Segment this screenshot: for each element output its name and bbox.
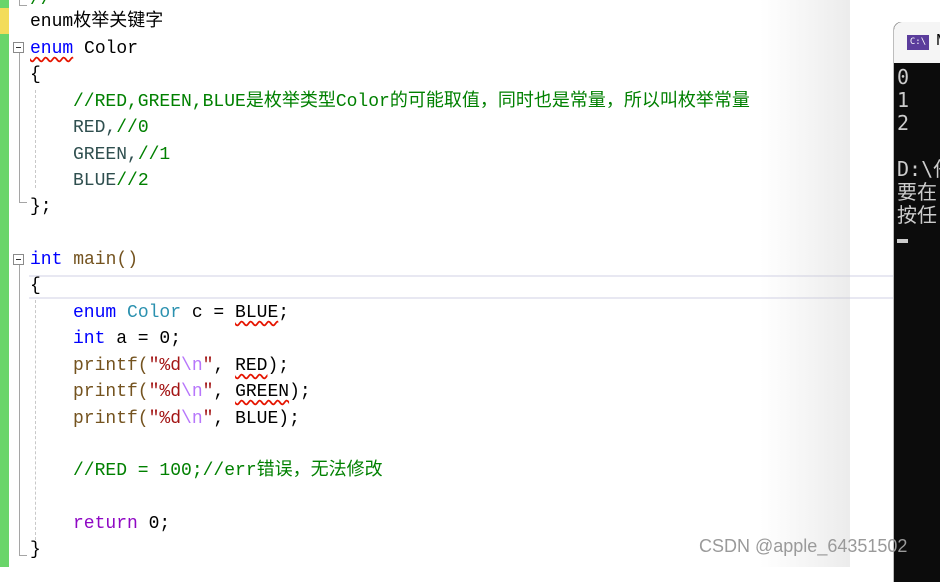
text: enum枚举关键字 xyxy=(30,12,164,32)
string: " xyxy=(202,356,214,376)
function-call: printf( xyxy=(73,409,149,429)
string: "%d xyxy=(148,356,182,376)
code-line: enum Color xyxy=(30,36,138,62)
code: ); xyxy=(278,409,300,429)
console-app-icon: C:\ xyxy=(907,35,929,50)
code: c = xyxy=(181,303,236,323)
keyword: enum xyxy=(30,39,74,59)
code: ); xyxy=(289,382,311,402)
keyword: int xyxy=(30,250,63,270)
brace: { xyxy=(30,65,41,85)
code: , xyxy=(213,356,236,376)
code-editor[interactable]: // enum枚举关键字 enum Color { //RED,GREEN,BL… xyxy=(0,0,895,567)
comment: //2 xyxy=(116,171,149,191)
code-line: { xyxy=(30,62,41,88)
code-line: int main() xyxy=(30,247,138,273)
comment: //RED,GREEN,BLUE是枚举类型Color的可能取值，同时也是常量，所… xyxy=(73,92,750,112)
code-line: BLUE//2 xyxy=(73,168,149,194)
string: "%d xyxy=(148,409,182,429)
code: ); xyxy=(267,356,290,376)
code: 0; xyxy=(137,514,171,534)
code-line: } xyxy=(30,537,41,563)
function-name: main() xyxy=(62,250,139,270)
keyword: return xyxy=(73,514,138,534)
string: "%d xyxy=(148,382,182,402)
comment: //RED = 100;//err错误，无法修改 xyxy=(73,461,383,481)
collapse-main-icon[interactable] xyxy=(13,254,24,265)
escape: \n xyxy=(181,356,203,376)
fold-end xyxy=(19,555,27,556)
keyword: enum xyxy=(73,303,117,323)
code-line: //RED,GREEN,BLUE是枚举类型Color的可能取值，同时也是常量，所… xyxy=(73,89,750,115)
function-call: printf( xyxy=(73,382,149,402)
console-title: M xyxy=(936,32,940,50)
brace: { xyxy=(30,276,41,296)
indent-guide xyxy=(35,90,36,188)
string: " xyxy=(202,382,214,402)
fold-line xyxy=(19,0,20,5)
enum-constant: BLUE xyxy=(73,171,117,191)
enum-constant: BLUE xyxy=(235,303,279,323)
code: a = 0; xyxy=(105,329,182,349)
string: " xyxy=(202,409,214,429)
type-name: Color xyxy=(116,303,182,323)
code-line: printf("%d\n", GREEN); xyxy=(73,379,311,405)
enum-constant: RED, xyxy=(73,118,117,138)
code: ; xyxy=(278,303,290,323)
escape: \n xyxy=(181,409,203,429)
code-line: printf("%d\n", RED); xyxy=(73,353,289,379)
console-titlebar[interactable]: C:\ M xyxy=(894,22,940,63)
fold-line xyxy=(19,265,20,555)
code-line: enum枚举关键字 xyxy=(30,9,163,35)
code-line: RED,//0 xyxy=(73,115,149,141)
change-marker-unsaved xyxy=(0,8,9,34)
console-cursor xyxy=(897,239,908,243)
change-marker-saved xyxy=(0,34,9,567)
code-line: }; xyxy=(30,194,52,220)
code-line: int a = 0; xyxy=(73,326,181,352)
code-line: { xyxy=(30,273,41,299)
code-line: printf("%d\n", BLUE); xyxy=(73,406,300,432)
indent-guide xyxy=(35,300,36,540)
code-line: GREEN,//1 xyxy=(73,142,170,168)
keyword: int xyxy=(73,329,106,349)
change-marker xyxy=(0,0,9,8)
identifier: Color xyxy=(73,39,139,59)
fold-end xyxy=(19,5,27,6)
comment: //1 xyxy=(137,145,171,165)
brace: }; xyxy=(30,197,52,217)
escape: \n xyxy=(181,382,203,402)
enum-constant: GREEN, xyxy=(73,145,138,165)
enum-constant: BLUE xyxy=(235,409,279,429)
comment: //0 xyxy=(116,118,149,138)
code-line: enum Color c = BLUE; xyxy=(73,300,289,326)
current-line-highlight xyxy=(29,275,895,299)
fold-line xyxy=(19,53,20,202)
console-window[interactable]: C:\ M 0 1 2 D:\任 要在 按任 xyxy=(893,22,940,582)
console-output: 0 1 2 D:\任 要在 按任 xyxy=(897,65,940,227)
brace: } xyxy=(30,540,41,560)
enum-constant: GREEN xyxy=(235,382,290,402)
enum-constant: RED xyxy=(235,356,268,376)
code: , xyxy=(213,409,236,429)
code-line: //RED = 100;//err错误，无法修改 xyxy=(73,458,383,484)
function-call: printf( xyxy=(73,356,149,376)
watermark: CSDN @apple_64351502 xyxy=(699,536,908,556)
code: , xyxy=(213,382,236,402)
collapse-enum-icon[interactable] xyxy=(13,42,24,53)
fold-end xyxy=(19,202,27,203)
code-line: return 0; xyxy=(73,511,170,537)
